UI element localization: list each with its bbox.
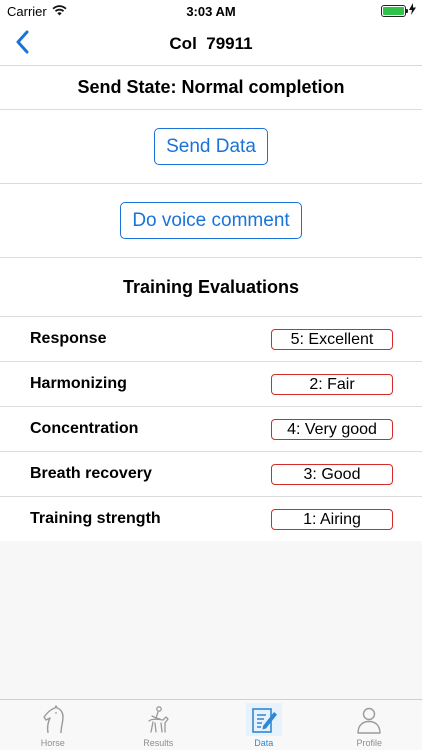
navigation-bar: Col 79911 [0,22,422,66]
evaluation-value-selector[interactable]: 1: Airing [271,509,393,530]
tab-label: Data [254,738,274,748]
send-state-row: Send State: Normal completion [0,66,422,110]
evaluation-row-response: Response 5: Excellent [0,317,422,362]
send-state-text: Send State: Normal completion [77,77,345,97]
tab-profile[interactable]: Profile [317,700,422,750]
evaluation-row-training-strength: Training strength 1: Airing [0,497,422,542]
training-evaluations-title: Training Evaluations [122,276,300,297]
evaluation-value-selector[interactable]: 2: Fair [271,374,393,395]
tab-bar: Horse Results Data Profile [0,699,422,750]
tab-horse[interactable]: Horse [0,700,106,750]
evaluation-row-concentration: Concentration 4: Very good [0,407,422,452]
voice-comment-row: Do voice comment [0,184,422,258]
evaluation-label: Breath recovery [30,465,152,482]
evaluation-label: Harmonizing [30,375,127,392]
evaluation-label: Training strength [30,510,161,527]
battery-level-fill [383,6,404,15]
evaluation-value-selector[interactable]: 4: Very good [271,419,393,440]
evaluation-label: Concentration [30,420,139,437]
send-data-row: Send Data [0,110,422,184]
empty-content-area [0,541,422,699]
tab-results[interactable]: Results [106,700,212,750]
tab-label: Profile [356,738,382,748]
horse-head-icon [35,703,71,736]
battery-icon [381,4,408,17]
send-data-button[interactable]: Send Data [154,128,268,165]
evaluation-row-harmonizing: Harmonizing 2: Fair [0,362,422,407]
tab-label: Horse [40,738,65,748]
evaluation-row-breath-recovery: Breath recovery 3: Good [0,452,422,497]
charging-bolt-icon [409,3,416,18]
evaluation-value-selector[interactable]: 5: Excellent [271,329,393,350]
evaluation-label: Response [30,330,107,347]
training-evaluations-header: Training Evaluations [0,258,422,317]
tab-data[interactable]: Data [211,700,317,750]
voice-comment-button[interactable]: Do voice comment [120,202,302,239]
page-title: Col 79911 [169,34,253,53]
person-icon [351,703,387,736]
edit-document-icon [245,703,282,736]
status-bar: Carrier 3:03 AM [0,0,422,22]
status-right [381,3,416,18]
evaluation-value-selector[interactable]: 3: Good [271,464,393,485]
rider-icon [140,703,176,736]
status-time: 3:03 AM [186,4,236,19]
tab-label: Results [143,738,174,748]
